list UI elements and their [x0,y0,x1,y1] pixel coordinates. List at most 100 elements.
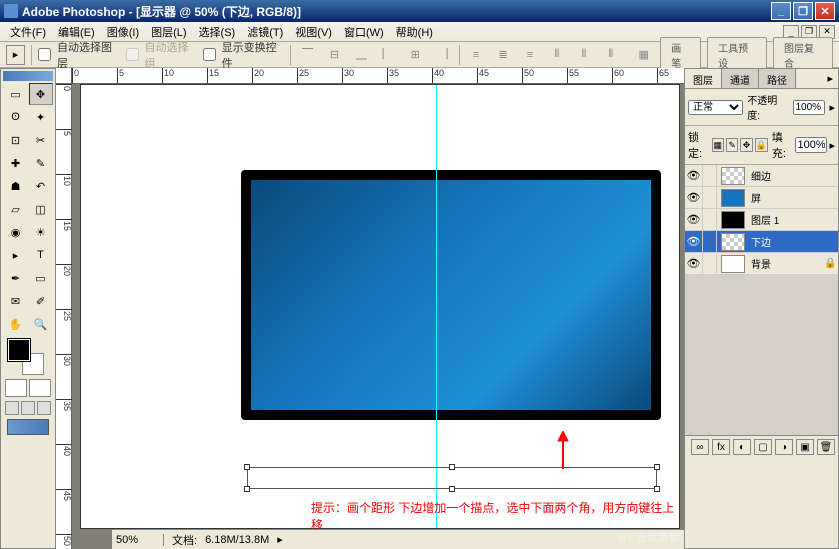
layer-thumbnail[interactable] [721,211,745,229]
menu-window[interactable]: 窗口(W) [338,22,390,42]
visibility-eye-icon[interactable]: 👁 [685,187,703,209]
vertical-guide[interactable] [436,85,437,528]
jump-to-imageready-button[interactable] [7,419,49,435]
layer-link-cell[interactable] [703,187,717,209]
horizontal-ruler[interactable]: 05101520253035404550556065 [72,68,684,84]
transform-handle[interactable] [654,486,660,492]
blend-mode-select[interactable]: 正常 [688,100,743,115]
toolbox-header[interactable] [3,71,53,81]
layer-row[interactable]: 👁 下边 [685,231,838,253]
close-button[interactable]: ✕ [815,2,835,20]
type-tool[interactable]: T [29,244,53,266]
layer-link-button[interactable]: ∞ [691,439,709,455]
minimize-button[interactable]: _ [771,2,791,20]
auto-select-layer-checkbox[interactable] [38,48,51,61]
tab-layers[interactable]: 图层 [685,69,722,88]
distribute-right-icon[interactable]: ⫴ [600,45,621,65]
align-left-icon[interactable]: ⎸ [378,45,399,65]
quickmask-mode-icon[interactable] [29,379,51,397]
visibility-eye-icon[interactable]: 👁 [685,253,703,275]
menu-help[interactable]: 帮助(H) [390,22,439,42]
distribute-left-icon[interactable]: ⫴ [546,45,567,65]
edit-mode-toggle[interactable] [5,379,51,397]
notes-tool[interactable]: ✉ [4,290,28,312]
visibility-eye-icon[interactable]: 👁 [685,231,703,253]
panel-menu-icon[interactable]: ▸ [822,69,838,88]
lasso-tool[interactable]: ʘ [4,106,28,128]
canvas[interactable]: 提示：画个距形 下边增加一个描点，选中下面两个角，用方向键往上移 [80,84,680,529]
layer-name-label[interactable]: 细边 [749,168,824,183]
layer-link-cell[interactable] [703,209,717,231]
layer-name-label[interactable]: 图层 1 [749,212,824,227]
layer-row[interactable]: 👁 细边 [685,165,838,187]
transform-handle[interactable] [244,464,250,470]
transform-bounding-box[interactable] [247,467,657,489]
menu-view[interactable]: 视图(V) [289,22,338,42]
opacity-flyout-icon[interactable]: ▸ [829,101,835,114]
ruler-origin[interactable] [56,68,72,84]
zoom-level[interactable]: 50% [116,534,164,546]
foreground-color-swatch[interactable] [8,339,30,361]
active-tool-icon[interactable]: ▸ [6,45,25,65]
stamp-tool[interactable]: ☗ [4,175,28,197]
align-vcenter-icon[interactable]: ⊟ [324,45,345,65]
vertical-ruler[interactable]: 05101520253035404550 [56,84,72,549]
slice-tool[interactable]: ✂ [29,129,53,151]
distribute-vcenter-icon[interactable]: ≣ [493,45,514,65]
layer-link-cell[interactable] [703,165,717,187]
pen-tool[interactable]: ✒ [4,267,28,289]
healing-tool[interactable]: ✚ [4,152,28,174]
menu-file[interactable]: 文件(F) [4,22,52,42]
layer-name-label[interactable]: 屏 [749,190,824,205]
align-bottom-icon[interactable]: ⎽ [351,45,372,65]
gradient-tool[interactable]: ◫ [29,198,53,220]
history-brush-tool[interactable]: ↶ [29,175,53,197]
crop-tool[interactable]: ⊡ [4,129,28,151]
layer-name-label[interactable]: 下边 [749,234,824,249]
layer-style-button[interactable]: fx [712,439,730,455]
show-transform-checkbox[interactable] [203,48,216,61]
layer-mask-button[interactable]: ◐ [733,439,751,455]
layer-group-button[interactable]: ▢ [754,439,772,455]
distribute-hcenter-icon[interactable]: ⫴ [573,45,594,65]
lock-all-icon[interactable]: 🔒 [755,138,768,152]
visibility-eye-icon[interactable]: 👁 [685,209,703,231]
marquee-tool[interactable]: ▭ [4,83,28,105]
lock-pixels-icon[interactable]: ✎ [726,138,738,152]
fill-input[interactable] [795,137,827,153]
standard-mode-icon[interactable] [5,379,27,397]
delete-layer-button[interactable]: 🗑 [817,439,835,455]
lock-transparency-icon[interactable]: ▦ [712,138,724,152]
zoom-tool[interactable]: 🔍 [29,313,53,335]
path-tool[interactable]: ▸ [4,244,28,266]
transform-handle[interactable] [449,486,455,492]
layer-name-label[interactable]: 背景 [749,256,824,271]
palette-well-icon[interactable]: ▦ [633,45,654,65]
layer-row[interactable]: 👁屏 [685,187,838,209]
layer-thumbnail[interactable] [721,189,745,207]
screen-fullmenu-icon[interactable] [21,401,35,415]
adjustment-layer-button[interactable]: ◑ [775,439,793,455]
align-top-icon[interactable]: ⎺ [297,45,318,65]
move-tool[interactable]: ✥ [29,83,53,105]
hand-tool[interactable]: ✋ [4,313,28,335]
layer-link-cell[interactable] [703,231,717,253]
maximize-button[interactable]: ❐ [793,2,813,20]
layer-row[interactable]: 👁背景🔒 [685,253,838,275]
layer-row[interactable]: 👁 图层 1 [685,209,838,231]
eyedropper-tool[interactable]: ✐ [29,290,53,312]
layer-link-cell[interactable] [703,253,717,275]
blur-tool[interactable]: ◉ [4,221,28,243]
shape-tool[interactable]: ▭ [29,267,53,289]
layer-thumbnail[interactable] [721,233,745,251]
visibility-eye-icon[interactable]: 👁 [685,165,703,187]
align-hcenter-icon[interactable]: ⊞ [405,45,426,65]
screen-mode-toggle[interactable] [5,401,51,415]
align-right-icon[interactable]: ⎹ [432,45,453,65]
lock-position-icon[interactable]: ✥ [740,138,752,152]
new-layer-button[interactable]: ▣ [796,439,814,455]
brush-tool[interactable]: ✎ [29,152,53,174]
distribute-bottom-icon[interactable]: ≡ [520,45,541,65]
transform-handle[interactable] [244,486,250,492]
opacity-input[interactable] [793,100,825,115]
